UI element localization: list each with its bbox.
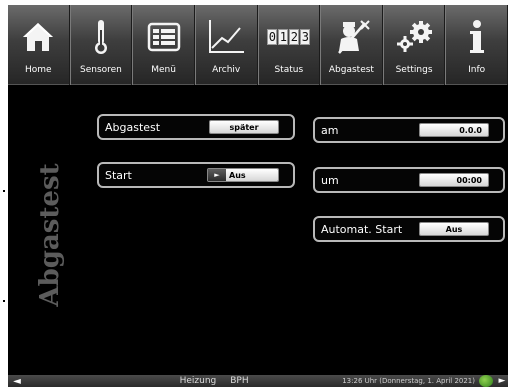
page-title: Abgastest xyxy=(30,160,70,310)
start-value-text: Aus xyxy=(226,169,278,181)
start-value-button[interactable]: ► Aus xyxy=(207,168,279,182)
toolbar-label: Home xyxy=(25,65,52,75)
counter-digit: 0 xyxy=(267,29,278,45)
toolbar-settings[interactable]: Settings xyxy=(382,5,446,85)
am-setting[interactable]: am 0.0.0 xyxy=(313,117,505,143)
chart-line-icon xyxy=(196,11,257,63)
toolbar-label: Sensoren xyxy=(79,65,122,75)
edge-mark xyxy=(3,300,5,302)
abgastest-setting[interactable]: Abgastest später xyxy=(97,114,295,140)
thermometer-icon xyxy=(71,11,132,63)
toolbar-label: Status xyxy=(274,65,304,75)
toolbar-label: Settings xyxy=(395,65,433,75)
am-label: am xyxy=(321,123,339,137)
device-screen: Home Sensoren Menü Archiv 0 1 2 3 Status… xyxy=(8,5,508,387)
toolbar-label: Menü xyxy=(151,65,176,75)
automat-start-value-button[interactable]: Aus xyxy=(419,222,489,236)
toolbar-label: Abgastest xyxy=(328,65,374,75)
toolbar-info[interactable]: Info xyxy=(445,5,508,85)
arrow-left-icon[interactable]: ◄ xyxy=(8,375,26,387)
datetime-label: 13:26 Uhr (Donnerstag, 1. April 2021) xyxy=(342,377,475,385)
info-icon xyxy=(446,11,507,63)
counter-icon: 0 1 2 3 xyxy=(259,11,320,63)
toolbar-label: Archiv xyxy=(212,65,241,75)
counter-digit: 1 xyxy=(278,29,289,45)
status-bar: ◄ Heizung BPH 13:26 Uhr (Donnerstag, 1. … xyxy=(8,375,508,387)
automat-start-label: Automat. Start xyxy=(321,222,403,236)
globe-icon[interactable] xyxy=(479,375,493,387)
play-arrow-icon: ► xyxy=(208,169,226,181)
um-setting[interactable]: um 00:00 xyxy=(313,167,505,193)
status-mode: Heizung BPH xyxy=(26,376,342,386)
automat-start-setting[interactable]: Automat. Start Aus xyxy=(313,216,505,242)
um-value-field[interactable]: 00:00 xyxy=(419,173,489,187)
abgastest-value-button[interactable]: später xyxy=(209,120,279,134)
toolbar-home[interactable]: Home xyxy=(8,5,70,85)
start-label: Start xyxy=(105,168,132,182)
am-value-field[interactable]: 0.0.0 xyxy=(419,123,489,137)
toolbar-abgastest[interactable]: Abgastest xyxy=(320,5,383,85)
edge-mark xyxy=(3,190,5,192)
start-setting[interactable]: Start ► Aus xyxy=(97,162,295,188)
chimney-sweep-icon xyxy=(321,11,382,63)
counter-digit: 3 xyxy=(300,29,311,45)
arrow-right-icon[interactable]: ► xyxy=(496,375,508,387)
heating-mode-label: Heizung xyxy=(179,376,217,386)
um-label: um xyxy=(321,173,339,187)
toolbar-archiv[interactable]: Archiv xyxy=(194,5,258,85)
home-icon xyxy=(8,11,69,63)
gears-icon xyxy=(384,11,445,63)
toolbar-status[interactable]: 0 1 2 3 Status xyxy=(257,5,321,85)
device-label: BPH xyxy=(230,376,249,386)
counter-digit: 2 xyxy=(289,29,300,45)
menu-list-icon xyxy=(133,11,194,63)
toolbar-label: Info xyxy=(468,65,486,75)
abgastest-label: Abgastest xyxy=(105,120,161,134)
toolbar-menu[interactable]: Menü xyxy=(132,5,195,85)
top-toolbar: Home Sensoren Menü Archiv 0 1 2 3 Status… xyxy=(8,5,508,85)
toolbar-sensoren[interactable]: Sensoren xyxy=(69,5,133,85)
page-title-text: Abgastest xyxy=(35,163,65,307)
